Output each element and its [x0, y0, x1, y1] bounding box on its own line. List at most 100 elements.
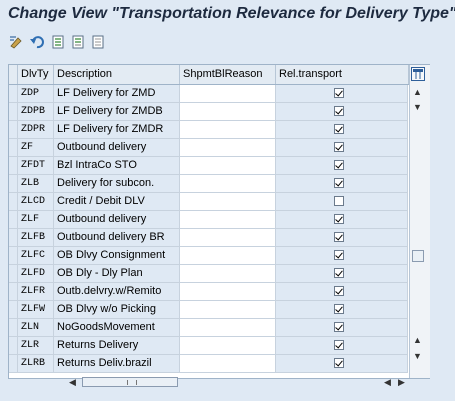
shpmtblreason-input[interactable] — [180, 175, 276, 193]
cell-description: Bzl IntraCo STO — [54, 157, 180, 175]
rel-transport-checkbox[interactable] — [334, 268, 344, 278]
cell-description: Returns Delivery — [54, 337, 180, 355]
scroll-left-page-arrow-icon[interactable]: ◀ — [384, 376, 391, 389]
rel-transport-checkbox[interactable] — [334, 304, 344, 314]
row-selector[interactable] — [9, 157, 18, 175]
cell-rel-transport — [276, 157, 408, 175]
row-selector[interactable] — [9, 337, 18, 355]
deselect-all-icon[interactable] — [91, 35, 107, 49]
rel-transport-checkbox[interactable] — [334, 340, 344, 350]
scroll-left-arrow-icon[interactable]: ◀ — [69, 376, 76, 389]
select-all-rows-cell[interactable] — [9, 65, 18, 84]
table-row: ZLFW OB Dlvy w/o Picking — [9, 301, 408, 319]
row-selector[interactable] — [9, 301, 18, 319]
shpmtblreason-input[interactable] — [180, 229, 276, 247]
cell-dlvty: ZDPB — [18, 103, 54, 121]
rel-transport-checkbox[interactable] — [334, 286, 344, 296]
cell-dlvty: ZLR — [18, 337, 54, 355]
rel-transport-checkbox[interactable] — [334, 124, 344, 134]
cell-dlvty: ZLCD — [18, 193, 54, 211]
select-block-icon[interactable] — [71, 35, 87, 49]
cell-rel-transport — [276, 121, 408, 139]
column-header-dlvty[interactable]: DlvTy — [18, 65, 54, 84]
shpmtblreason-input[interactable] — [180, 193, 276, 211]
row-selector[interactable] — [9, 175, 18, 193]
table-row: ZLCD Credit / Debit DLV — [9, 193, 408, 211]
cell-description: Delivery for subcon. — [54, 175, 180, 193]
row-selector[interactable] — [9, 139, 18, 157]
cell-description: Outbound delivery — [54, 139, 180, 157]
rel-transport-checkbox[interactable] — [334, 322, 344, 332]
row-selector[interactable] — [9, 355, 18, 373]
rel-transport-checkbox[interactable] — [334, 106, 344, 116]
shpmtblreason-input[interactable] — [180, 85, 276, 103]
row-selector[interactable] — [9, 103, 18, 121]
shpmtblreason-input[interactable] — [180, 283, 276, 301]
cell-rel-transport — [276, 175, 408, 193]
shpmtblreason-input[interactable] — [180, 301, 276, 319]
scroll-down-arrow-icon[interactable]: ▼ — [413, 351, 422, 361]
rel-transport-checkbox[interactable] — [334, 196, 344, 206]
column-header-description[interactable]: Description — [54, 65, 180, 84]
table-header: DlvTy Description ShpmtBlReason Rel.tran… — [9, 65, 429, 85]
row-selector[interactable] — [9, 229, 18, 247]
table-row: ZLB Delivery for subcon. — [9, 175, 408, 193]
cell-rel-transport — [276, 247, 408, 265]
cell-rel-transport — [276, 301, 408, 319]
row-selector[interactable] — [9, 265, 18, 283]
change-display-icon[interactable] — [9, 35, 25, 49]
rel-transport-checkbox[interactable] — [334, 232, 344, 242]
cell-description: OB Dlvy w/o Picking — [54, 301, 180, 319]
rel-transport-checkbox[interactable] — [334, 160, 344, 170]
row-selector[interactable] — [9, 211, 18, 229]
cell-dlvty: ZLRB — [18, 355, 54, 373]
table-row: ZF Outbound delivery — [9, 139, 408, 157]
table-settings-icon[interactable] — [411, 67, 425, 81]
cell-rel-transport — [276, 283, 408, 301]
shpmtblreason-input[interactable] — [180, 247, 276, 265]
scroll-up-arrow-icon[interactable]: ▲ — [413, 87, 422, 97]
horizontal-scrollbar[interactable]: ◀ ◀ ▶ — [66, 376, 410, 389]
cell-rel-transport — [276, 265, 408, 283]
rel-transport-checkbox[interactable] — [334, 250, 344, 260]
select-all-icon[interactable] — [51, 35, 67, 49]
rel-transport-checkbox[interactable] — [334, 142, 344, 152]
rel-transport-checkbox[interactable] — [334, 88, 344, 98]
row-selector[interactable] — [9, 283, 18, 301]
row-selector[interactable] — [9, 121, 18, 139]
rel-transport-checkbox[interactable] — [334, 214, 344, 224]
shpmtblreason-input[interactable] — [180, 337, 276, 355]
cell-dlvty: ZLFD — [18, 265, 54, 283]
shpmtblreason-input[interactable] — [180, 319, 276, 337]
column-header-shpmtblreason[interactable]: ShpmtBlReason — [180, 65, 276, 84]
row-selector[interactable] — [9, 247, 18, 265]
table-row: ZLFB Outbound delivery BR — [9, 229, 408, 247]
undo-icon[interactable] — [29, 35, 45, 49]
shpmtblreason-input[interactable] — [180, 265, 276, 283]
scroll-up-page-arrow-icon[interactable]: ▲ — [413, 335, 422, 345]
table-row: ZDPB LF Delivery for ZMDB — [9, 103, 408, 121]
row-selector[interactable] — [9, 193, 18, 211]
table-row: ZFDT Bzl IntraCo STO — [9, 157, 408, 175]
shpmtblreason-input[interactable] — [180, 211, 276, 229]
cell-dlvty: ZLFB — [18, 229, 54, 247]
scroll-right-arrow-icon[interactable]: ▶ — [398, 376, 405, 389]
scroll-down-page-arrow-icon[interactable]: ▼ — [413, 102, 422, 112]
title-bar: Change View "Transportation Relevance fo… — [0, 0, 455, 28]
horizontal-scroll-thumb[interactable] — [82, 377, 178, 387]
column-header-rel-transport[interactable]: Rel.transport — [276, 65, 409, 84]
shpmtblreason-input[interactable] — [180, 121, 276, 139]
vertical-scroll-thumb[interactable] — [412, 250, 424, 262]
shpmtblreason-input[interactable] — [180, 103, 276, 121]
shpmtblreason-input[interactable] — [180, 157, 276, 175]
shpmtblreason-input[interactable] — [180, 139, 276, 157]
rel-transport-checkbox[interactable] — [334, 358, 344, 368]
cell-description: LF Delivery for ZMDR — [54, 121, 180, 139]
shpmtblreason-input[interactable] — [180, 355, 276, 373]
cell-description: LF Delivery for ZMD — [54, 85, 180, 103]
row-selector[interactable] — [9, 85, 18, 103]
table-row: ZDPR LF Delivery for ZMDR — [9, 121, 408, 139]
cell-dlvty: ZDPR — [18, 121, 54, 139]
row-selector[interactable] — [9, 319, 18, 337]
rel-transport-checkbox[interactable] — [334, 178, 344, 188]
